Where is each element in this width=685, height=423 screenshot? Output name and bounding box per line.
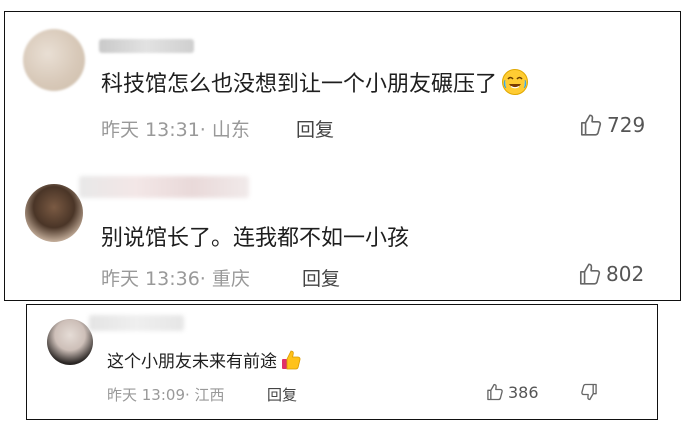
thumbs-up-outline-icon <box>577 261 603 287</box>
avatar[interactable] <box>47 319 93 365</box>
like-count: 729 <box>607 113 646 137</box>
avatar[interactable] <box>25 184 83 242</box>
comment-panel-top: 科技馆怎么也没想到让一个小朋友碾压了 昨天 13:31· 山东 回复 729 别… <box>4 11 681 301</box>
username-blurred[interactable] <box>89 315 184 331</box>
comment-text: 别说馆长了。连我都不如一小孩 <box>101 226 410 251</box>
reply-button[interactable]: 回复 <box>302 264 340 291</box>
thumbs-up-outline-icon <box>485 382 505 402</box>
comment-time-location: 昨天 13:31· 山东 <box>101 119 250 141</box>
comment-time-location: 昨天 13:36· 重庆 <box>101 268 250 290</box>
comment-text: 这个小朋友未来有前途 <box>107 347 303 377</box>
reply-button[interactable]: 回复 <box>296 115 334 142</box>
like-count: 386 <box>508 382 539 402</box>
like-button[interactable]: 386 <box>485 382 539 402</box>
like-count: 802 <box>606 262 645 286</box>
thumbs-up-emoji <box>279 348 303 377</box>
comment-time-location: 昨天 13:09· 江西 <box>107 386 225 404</box>
laughing-crying-emoji <box>501 68 529 102</box>
like-button[interactable]: 729 <box>578 112 645 138</box>
username-blurred[interactable] <box>99 39 194 53</box>
username-blurred[interactable] <box>79 176 249 198</box>
comment-text: 科技馆怎么也没想到让一个小朋友碾压了 <box>101 66 529 102</box>
avatar[interactable] <box>23 29 85 91</box>
dislike-button[interactable] <box>579 382 599 402</box>
comment-panel-bottom: 这个小朋友未来有前途 昨天 13:09· 江西 回复 386 <box>26 304 658 420</box>
like-button[interactable]: 802 <box>577 261 644 287</box>
thumbs-down-icon <box>579 382 599 402</box>
thumbs-up-outline-icon <box>578 112 604 138</box>
reply-button[interactable]: 回复 <box>267 384 297 405</box>
